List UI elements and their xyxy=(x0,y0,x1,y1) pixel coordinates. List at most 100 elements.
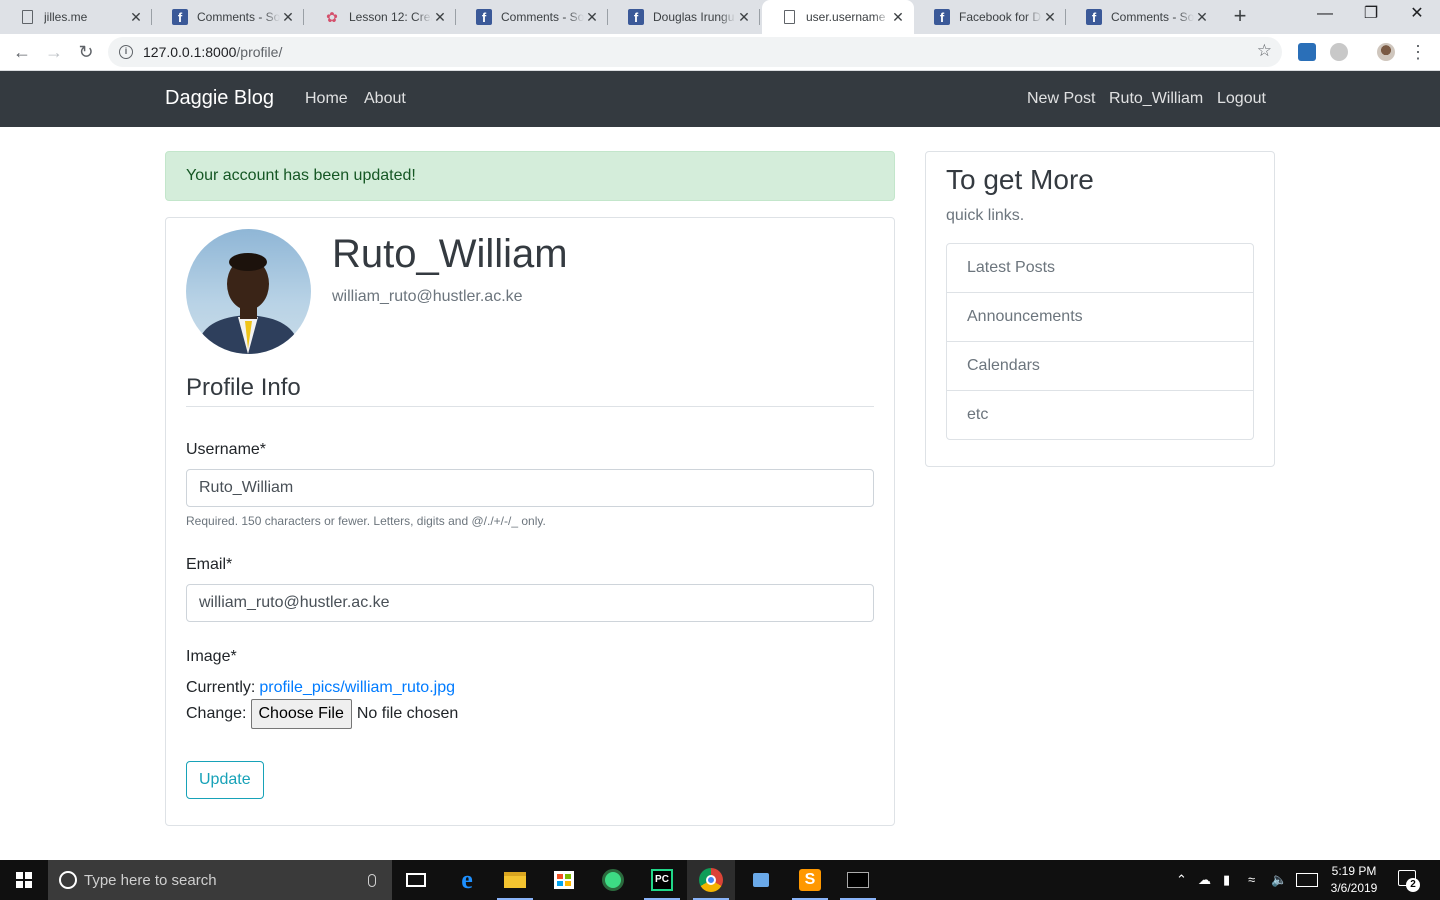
edge-browser-icon[interactable]: e xyxy=(443,860,491,900)
site-navbar: Daggie Blog Home About New Post Ruto_Wil… xyxy=(0,71,1440,127)
keyboard-icon[interactable] xyxy=(1296,873,1318,887)
username-input[interactable] xyxy=(186,469,874,507)
username-help-text: Required. 150 characters or fewer. Lette… xyxy=(186,514,546,528)
tab-title: jilles.me xyxy=(44,10,88,24)
current-image-link[interactable]: profile_pics/william_ruto.jpg xyxy=(259,679,455,697)
bookmark-star-icon[interactable]: ☆ xyxy=(1257,41,1272,61)
browser-tab[interactable]: f Douglas Irungu ✕ xyxy=(608,0,760,34)
form-legend: Profile Info xyxy=(186,374,874,407)
maximize-window-button[interactable]: ❐ xyxy=(1348,0,1394,30)
cortana-icon[interactable] xyxy=(59,871,77,889)
battery-icon[interactable]: ▮ xyxy=(1223,872,1230,888)
file-explorer-icon[interactable] xyxy=(491,860,539,900)
username-label: Username* xyxy=(186,441,267,458)
browser-tab-strip: jilles.me ✕ f Comments - Social ✕ ✿ Less… xyxy=(0,0,1440,34)
browser-tab-active[interactable]: user.username ✕ xyxy=(762,0,914,34)
address-bar[interactable]: i 127.0.0.1:8000/profile/ ☆ xyxy=(108,37,1282,67)
volume-icon[interactable]: 🔈 xyxy=(1271,872,1287,888)
facebook-icon: f xyxy=(476,9,492,25)
close-tab-icon[interactable]: ✕ xyxy=(128,9,144,26)
page-icon xyxy=(784,10,795,24)
close-tab-icon[interactable]: ✕ xyxy=(1042,9,1058,26)
new-tab-button[interactable]: + xyxy=(1228,4,1252,28)
image-label: Image* xyxy=(186,648,237,665)
show-hidden-icons-chevron-icon[interactable]: ⌃ xyxy=(1176,872,1187,888)
reload-icon[interactable]: ↻ xyxy=(74,40,98,64)
sidebar-subtitle: quick links. xyxy=(946,207,1025,224)
tab-title: Comments - Social xyxy=(197,10,280,24)
network-app-icon[interactable] xyxy=(737,860,785,900)
chrome-icon[interactable] xyxy=(687,860,735,900)
url-text[interactable]: 127.0.0.1:8000/profile/ xyxy=(143,44,282,60)
current-image-row: Currently: profile_pics/william_ruto.jpg xyxy=(186,679,455,697)
quick-link-calendars[interactable]: Calendars xyxy=(947,342,1253,391)
site-brand[interactable]: Daggie Blog xyxy=(165,87,274,110)
tab-title: Comments - Social xyxy=(1111,10,1194,24)
browser-tab[interactable]: jilles.me ✕ xyxy=(0,0,152,34)
taskbar-search-box[interactable]: Type here to search xyxy=(48,860,392,900)
quick-link-latest-posts[interactable]: Latest Posts xyxy=(947,244,1253,293)
avatar xyxy=(186,229,311,354)
sidebar-title: To get More xyxy=(946,164,1094,195)
extension-icon[interactable] xyxy=(1330,43,1348,61)
browser-tab[interactable]: ✿ Lesson 12: Creating ✕ xyxy=(304,0,456,34)
success-alert: Your account has been updated! xyxy=(165,151,895,201)
nav-new-post[interactable]: New Post xyxy=(1027,90,1095,108)
extension-icon[interactable] xyxy=(1298,43,1316,61)
site-info-icon[interactable]: i xyxy=(119,45,133,59)
wifi-icon[interactable]: ≈ xyxy=(1248,872,1255,887)
nav-profile[interactable]: Ruto_William xyxy=(1109,90,1203,108)
sidebar-card: To get More quick links. Latest Posts An… xyxy=(925,151,1275,467)
windows-taskbar: Type here to search e PC S ⌃ ☁ ▮ ≈ 🔈 5:1… xyxy=(0,860,1440,900)
lesson-icon: ✿ xyxy=(326,8,338,25)
page-icon xyxy=(22,10,33,24)
browser-menu-icon[interactable]: ⋮ xyxy=(1406,40,1430,64)
system-clock[interactable]: 5:19 PM 3/6/2019 xyxy=(1318,863,1390,897)
minimize-window-button[interactable]: — xyxy=(1302,0,1348,30)
profile-avatar-icon[interactable] xyxy=(1377,43,1395,61)
forward-arrow-icon[interactable]: → xyxy=(42,40,66,64)
windows-logo-icon xyxy=(16,872,32,888)
tab-title: Lesson 12: Creating xyxy=(349,10,432,24)
start-button[interactable] xyxy=(0,860,48,900)
browser-tab[interactable]: f Comments - Social ✕ xyxy=(1066,0,1218,34)
quick-link-announcements[interactable]: Announcements xyxy=(947,293,1253,342)
tab-title: Comments - Social xyxy=(501,10,584,24)
nav-logout[interactable]: Logout xyxy=(1217,90,1266,108)
update-button[interactable]: Update xyxy=(186,761,264,799)
close-tab-icon[interactable]: ✕ xyxy=(736,9,752,26)
nav-home[interactable]: Home xyxy=(305,90,348,108)
browser-tab[interactable]: f Comments - Social ✕ xyxy=(152,0,304,34)
tab-title: user.username xyxy=(806,10,886,24)
microphone-icon[interactable] xyxy=(368,873,376,887)
browser-tab[interactable]: f Facebook for Developers ✕ xyxy=(914,0,1066,34)
close-tab-icon[interactable]: ✕ xyxy=(584,9,600,26)
back-arrow-icon[interactable]: ← xyxy=(10,40,34,64)
sublime-text-icon[interactable]: S xyxy=(786,860,834,900)
quick-link-etc[interactable]: etc xyxy=(947,391,1253,439)
browser-tab[interactable]: f Comments - Social ✕ xyxy=(456,0,608,34)
nav-about[interactable]: About xyxy=(364,90,406,108)
email-input[interactable] xyxy=(186,584,874,622)
task-view-icon[interactable] xyxy=(392,860,440,900)
onedrive-cloud-icon[interactable]: ☁ xyxy=(1198,872,1211,888)
close-tab-icon[interactable]: ✕ xyxy=(1194,9,1210,26)
pycharm-icon[interactable]: PC xyxy=(638,860,686,900)
change-label: Change: xyxy=(186,705,247,722)
facebook-icon: f xyxy=(172,9,188,25)
change-image-row: Change: Choose File No file chosen xyxy=(186,699,458,729)
android-studio-icon[interactable] xyxy=(589,860,637,900)
no-file-chosen-text: No file chosen xyxy=(356,705,459,722)
close-tab-icon[interactable]: ✕ xyxy=(280,9,296,26)
store-icon[interactable] xyxy=(540,860,588,900)
close-window-button[interactable]: ✕ xyxy=(1394,0,1440,30)
terminal-icon[interactable] xyxy=(834,860,882,900)
account-email: william_ruto@hustler.ac.ke xyxy=(332,288,523,305)
choose-file-button[interactable]: Choose File xyxy=(250,699,352,729)
quick-links-list: Latest Posts Announcements Calendars etc xyxy=(946,243,1254,440)
tab-title: Facebook for Developers xyxy=(959,10,1042,24)
close-tab-icon[interactable]: ✕ xyxy=(890,9,906,26)
close-tab-icon[interactable]: ✕ xyxy=(432,9,448,26)
email-label: Email* xyxy=(186,556,233,573)
currently-label: Currently: xyxy=(186,679,256,696)
